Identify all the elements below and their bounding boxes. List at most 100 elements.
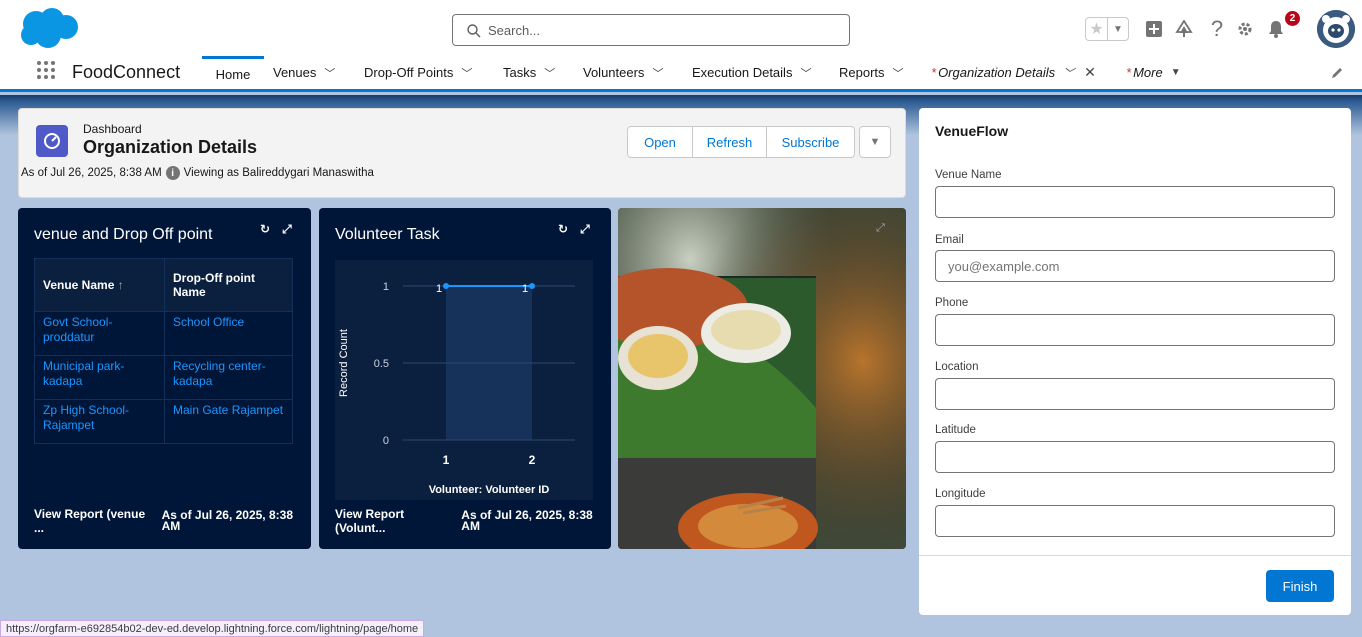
dashboard-actions: Open Refresh Subscribe ▼ [627,126,891,158]
venue-name-label: Venue Name [935,169,1002,181]
tab-venues[interactable]: Venues ﹀ [273,56,335,89]
info-icon[interactable]: i [165,166,180,180]
food-image-widget: ⤢ [618,208,906,549]
subscribe-button[interactable]: Subscribe [767,126,855,158]
user-avatar[interactable] [1317,10,1355,48]
venue-flow-panel: VenueFlow Venue Name Email Phone Locatio… [919,108,1351,615]
dashboard-viewing-as: Viewing as Balireddygari Manaswitha [183,167,374,179]
dashboard-type-label: Dashboard [83,122,142,136]
tab-volunteers[interactable]: Volunteers ﹀ [583,56,663,89]
open-button[interactable]: Open [627,126,693,158]
refresh-button[interactable]: Refresh [693,126,767,158]
widget-expand-icon[interactable]: ⤢ [580,222,590,237]
favorites-caret-icon[interactable]: ▼ [1108,18,1128,40]
favorites-group[interactable]: ★ ▼ [1085,17,1129,41]
chart-y-axis-label: Record Count [338,329,350,397]
widget-timestamp: As of Jul 26, 2025, 8:38 AM [461,508,593,533]
column-header-dropoff-name[interactable]: Drop-Off point Name [164,258,293,312]
tab-organization-details-label: Organization Details [938,65,1056,80]
edit-nav-pencil-icon[interactable] [1330,66,1344,80]
tab-organization-details[interactable]: * Organization Details ﹀ ✕ [931,56,1096,89]
location-input[interactable] [935,378,1335,410]
finish-button[interactable]: Finish [1266,570,1334,602]
longitude-input[interactable] [935,505,1335,537]
chevron-down-icon[interactable]: ﹀ [893,65,904,81]
chevron-down-icon[interactable]: ﹀ [461,65,472,81]
notification-count-badge: 2 [1285,11,1300,26]
search-icon [467,24,481,38]
favorite-star-icon[interactable]: ★ [1086,18,1108,40]
venue-name-input[interactable] [935,186,1335,218]
cloud-tree-icon [1175,20,1193,37]
chevron-down-icon[interactable]: ﹀ [652,65,663,81]
gauge-icon [44,133,60,149]
chart-data-point [529,283,535,289]
close-tab-icon[interactable]: ✕ [1084,64,1096,81]
widget-title: venue and Drop Off point [34,226,213,243]
unsaved-marker: * [1126,65,1132,80]
chevron-down-icon[interactable]: ﹀ [324,65,335,81]
latitude-input[interactable] [935,441,1335,473]
tab-home[interactable]: Home [202,56,264,89]
tab-drop-off-points[interactable]: Drop-Off Points ﹀ [364,56,472,89]
dashboard-meta: As of Jul 26, 2025, 8:38 AM i Viewing as… [21,166,374,180]
widget-timestamp: As of Jul 26, 2025, 8:38 AM [161,508,293,533]
app-name: FoodConnect [72,62,181,82]
dropoff-name-link[interactable]: School Office [164,311,293,356]
chart-y-tick-label: 0.5 [374,358,389,370]
global-search-box[interactable]: Search... [452,14,850,46]
venue-name-link[interactable]: Govt School-proddatur [34,311,165,356]
widget-refresh-icon[interactable]: ↻ [260,222,270,237]
tab-execution-details-label: Execution Details [692,65,793,80]
widget-expand-icon[interactable]: ⤢ [282,222,292,237]
unsaved-marker: * [931,65,937,80]
widget-footer: View Report (venue ... As of Jul 26, 202… [34,507,311,535]
table-row: Municipal park-kadapa Recycling center-k… [34,355,293,400]
search-placeholder: Search... [488,23,541,38]
flow-title: VenueFlow [935,123,1009,139]
chevron-down-icon[interactable]: ﹀ [800,65,811,81]
more-actions-caret-icon[interactable]: ▼ [859,126,891,158]
trailhead-icon[interactable] [1172,17,1196,41]
column-header-venue-name[interactable]: Venue Name ↑ [34,258,165,312]
app-launcher-icon[interactable] [36,60,56,80]
phone-label: Phone [935,297,969,309]
volunteer-task-widget: Volunteer Task ↻ ⤢ 0 0.5 1 1 2 Volunteer: Vol… [319,208,611,549]
tab-tasks[interactable]: Tasks ﹀ [503,56,555,89]
chevron-down-icon[interactable]: ﹀ [1063,65,1074,81]
sort-ascending-icon[interactable]: ↑ [118,278,124,292]
view-report-link[interactable]: View Report (venue ... [34,507,156,535]
longitude-label: Longitude [935,488,986,500]
venue-name-link[interactable]: Zp High School-Rajampet [34,399,165,444]
line-chart: 0 0.5 1 1 2 Volunteer: Volunteer ID Record Cou… [338,281,575,496]
browser-status-url: https://orgfarm-e692854b02-dev-ed.develo… [0,620,425,637]
widget-footer: View Report (Volunt... As of Jul 26, 202… [335,507,611,535]
salesforce-cloud-logo[interactable] [18,8,80,50]
phone-input[interactable] [935,314,1335,346]
chart-x-tick-label: 2 [529,453,536,467]
widget-expand-icon[interactable]: ⤢ [876,222,885,235]
dropoff-name-link[interactable]: Main Gate Rajampet [164,399,293,444]
tab-more-label: More [1133,65,1163,80]
table-row: Zp High School-Rajampet Main Gate Rajamp… [34,399,293,444]
view-report-link[interactable]: View Report (Volunt... [335,507,455,535]
dropoff-name-link[interactable]: Recycling center-kadapa [164,355,293,400]
caret-down-icon[interactable]: ▼ [1171,67,1181,78]
global-actions-icon[interactable] [1142,17,1166,41]
dashboard-as-of: As of Jul 26, 2025, 8:38 AM [21,167,162,179]
venue-name-link[interactable]: Municipal park-kadapa [34,355,165,400]
chart-x-axis-label: Volunteer: Volunteer ID [429,484,550,496]
setup-gear-icon[interactable] [1233,17,1257,41]
help-icon[interactable]: ? [1205,16,1229,41]
tab-volunteers-label: Volunteers [583,65,645,80]
tab-more[interactable]: * More ▼ [1126,56,1181,89]
chevron-down-icon[interactable]: ﹀ [544,65,555,81]
chart-y-tick-label: 1 [383,281,389,293]
widget-refresh-icon[interactable]: ↻ [558,222,568,237]
tab-reports[interactable]: Reports ﹀ [839,56,904,89]
plus-square-icon [1146,21,1162,37]
tab-tasks-label: Tasks [503,65,537,80]
tab-execution-details[interactable]: Execution Details ﹀ [692,56,811,89]
email-input[interactable] [935,250,1335,282]
tab-home-label: Home [215,66,251,82]
